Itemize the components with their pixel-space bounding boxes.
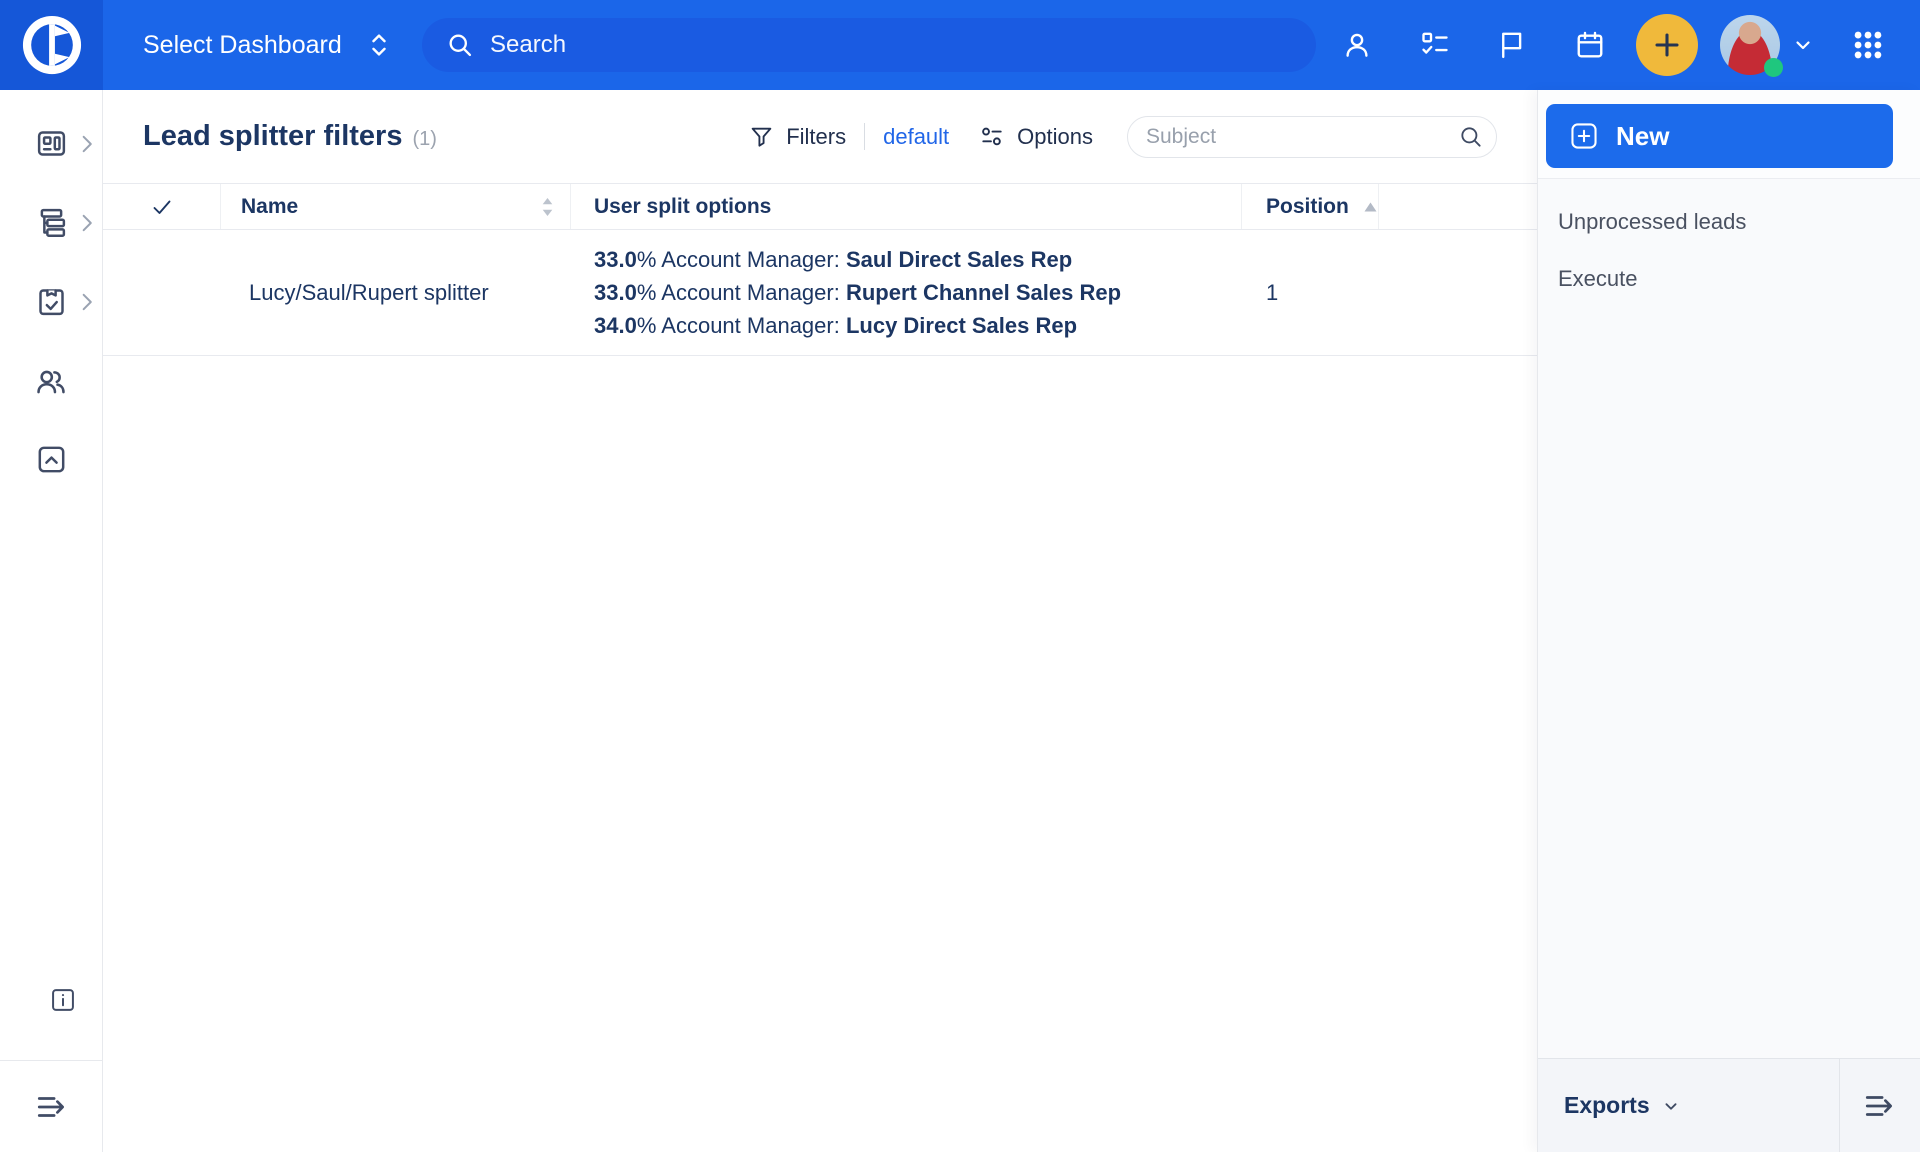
users-icon	[34, 364, 68, 398]
page-toolbar: Lead splitter filters (1) Filters defaul…	[103, 90, 1537, 183]
lead-splitter-table: Name User split options Position	[103, 183, 1537, 356]
user-avatar[interactable]	[1720, 15, 1780, 75]
row-position-cell: 1	[1242, 280, 1379, 306]
column-label: Name	[241, 195, 298, 219]
sidebar-item-activities[interactable]	[0, 262, 102, 341]
split-option-line: 33.0% Account Manager: Rupert Channel Sa…	[594, 276, 1242, 309]
sidebar-divider	[0, 1060, 102, 1061]
dashboard-layout-icon	[35, 127, 68, 160]
dashboard-selector-label: Select Dashboard	[143, 31, 342, 60]
column-header-actions	[1379, 184, 1537, 229]
top-navigation-bar: Select Dashboard	[0, 0, 1920, 90]
default-filter-link[interactable]: default	[883, 124, 949, 150]
column-header-name[interactable]: Name	[221, 184, 571, 229]
funnel-icon	[749, 124, 774, 149]
sort-both-icon	[541, 196, 554, 218]
search-icon	[446, 31, 474, 59]
calendar-icon[interactable]	[1575, 30, 1605, 60]
clipboard-check-icon	[35, 285, 68, 318]
split-option-line: 33.0% Account Manager: Saul Direct Sales…	[594, 243, 1242, 276]
exports-label: Exports	[1564, 1092, 1650, 1119]
row-split-options-cell: 33.0% Account Manager: Saul Direct Sales…	[571, 243, 1242, 342]
quick-add-button[interactable]	[1636, 14, 1698, 76]
toolbar-divider	[864, 123, 865, 150]
sliders-icon	[979, 124, 1005, 150]
row-name-cell: Lucy/Saul/Rupert splitter	[221, 280, 571, 306]
sidebar-item-structure[interactable]	[0, 183, 102, 262]
dashboard-selector[interactable]: Select Dashboard	[143, 0, 390, 90]
panel-item-execute[interactable]: Execute	[1538, 250, 1920, 307]
up-down-chevrons-icon	[368, 30, 390, 60]
exports-button[interactable]: Exports	[1538, 1059, 1840, 1152]
table-row[interactable]: Lucy/Saul/Rupert splitter 33.0% Account …	[103, 230, 1537, 356]
page-title-count: (1)	[412, 128, 436, 151]
online-status-dot	[1764, 58, 1783, 77]
new-button-label: New	[1616, 121, 1669, 152]
plus-icon	[1651, 29, 1683, 61]
options-button[interactable]: Options	[979, 124, 1093, 150]
sort-ascending-icon	[1363, 201, 1378, 213]
panel-item-unprocessed-leads[interactable]: Unprocessed leads	[1538, 193, 1920, 250]
tasks-checklist-icon[interactable]	[1420, 30, 1450, 60]
global-search	[422, 18, 1316, 72]
chevron-up-square-icon	[35, 443, 68, 476]
search-icon	[1458, 124, 1484, 150]
collapse-panel-button[interactable]	[1840, 1059, 1920, 1152]
split-option-line: 34.0% Account Manager: Lucy Direct Sales…	[594, 309, 1242, 342]
chevron-right-icon	[82, 214, 93, 232]
flag-icon[interactable]	[1497, 30, 1527, 60]
main-content: Lead splitter filters (1) Filters defaul…	[103, 90, 1537, 1152]
column-header-position[interactable]: Position	[1242, 184, 1379, 229]
select-all-checkmark[interactable]	[103, 184, 221, 229]
account-menu-chevron-down-icon[interactable]	[1791, 33, 1815, 57]
page-title-text: Lead splitter filters	[143, 120, 402, 153]
info-icon[interactable]	[49, 986, 77, 1014]
column-label: User split options	[594, 195, 771, 219]
sidebar-item-contacts[interactable]	[0, 341, 102, 420]
app-logo[interactable]	[0, 0, 103, 90]
subject-search-input[interactable]	[1127, 116, 1497, 158]
tree-structure-icon	[35, 206, 68, 239]
chevron-down-icon	[1660, 1095, 1682, 1117]
filters-button[interactable]: Filters	[749, 124, 846, 150]
chevron-right-icon	[82, 293, 93, 311]
action-panel-footer: Exports	[1538, 1058, 1920, 1152]
sidebar-item-dashboards[interactable]	[0, 104, 102, 183]
column-label: Position	[1266, 195, 1349, 219]
action-panel: New Unprocessed leads Execute Exports	[1537, 90, 1920, 1152]
left-sidebar	[0, 90, 103, 1152]
expand-sidebar-arrow-icon[interactable]	[35, 1090, 69, 1124]
sidebar-item-collapse-up[interactable]	[0, 420, 102, 499]
contact-person-icon[interactable]	[1342, 30, 1372, 60]
new-button[interactable]: New	[1546, 104, 1893, 168]
logo-icon	[21, 14, 83, 76]
page-title: Lead splitter filters (1)	[143, 120, 437, 153]
expand-arrow-icon	[1863, 1089, 1897, 1123]
action-panel-items: Unprocessed leads Execute	[1538, 179, 1920, 307]
column-header-user-split-options: User split options	[571, 184, 1242, 229]
apps-grid-icon[interactable]	[1851, 28, 1885, 62]
subject-search	[1127, 116, 1497, 158]
options-label: Options	[1017, 124, 1093, 150]
table-header-row: Name User split options Position	[103, 183, 1537, 230]
action-panel-header: New	[1538, 90, 1920, 179]
checkmark-icon	[150, 195, 174, 219]
plus-square-icon	[1569, 121, 1599, 151]
chevron-right-icon	[82, 135, 93, 153]
search-input[interactable]	[490, 31, 1316, 59]
filters-label: Filters	[786, 124, 846, 150]
